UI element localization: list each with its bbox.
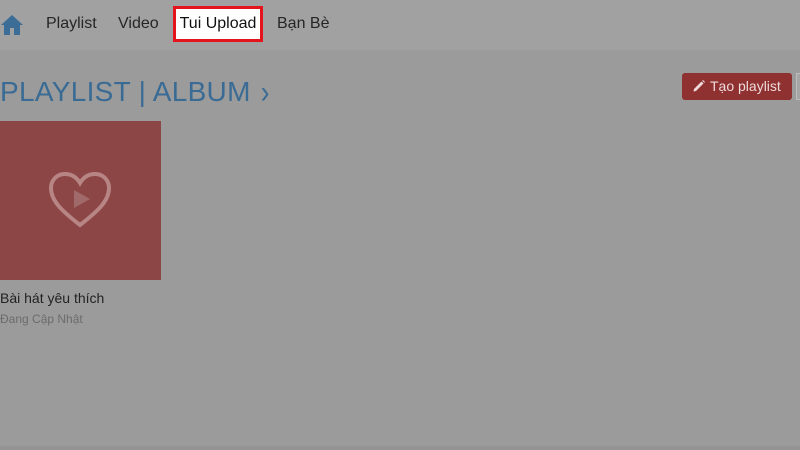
divider [0,446,800,450]
chevron-right-icon: › [260,73,270,110]
nav-item-playlist[interactable]: Playlist [46,15,97,33]
nav-item-tui-upload[interactable]: Tui Upload [173,6,263,42]
album-title[interactable]: Bài hát yêu thích [0,290,161,306]
home-icon[interactable] [0,13,24,37]
album-card[interactable]: Bài hát yêu thích Đang Cập Nhật [0,121,161,326]
more-button[interactable] [796,73,800,100]
album-thumbnail[interactable] [0,121,161,280]
nav-item-ban-be[interactable]: Bạn Bè [277,15,329,33]
create-playlist-label: Tạo playlist [710,78,781,94]
album-meta: Đang Cập Nhật [0,312,83,326]
section-title-text: PLAYLIST | ALBUM [0,76,251,107]
page: Playlist Video Tui Upload Bạn Bè PLAYLIS… [0,0,800,450]
nav-item-video[interactable]: Video [118,15,159,33]
section-title[interactable]: PLAYLIST | ALBUM › [0,73,270,110]
pencil-icon [692,75,706,92]
heart-play-icon [48,171,112,228]
top-navigation: Playlist Video Tui Upload Bạn Bè [0,0,800,50]
create-playlist-button[interactable]: Tạo playlist [682,73,792,100]
